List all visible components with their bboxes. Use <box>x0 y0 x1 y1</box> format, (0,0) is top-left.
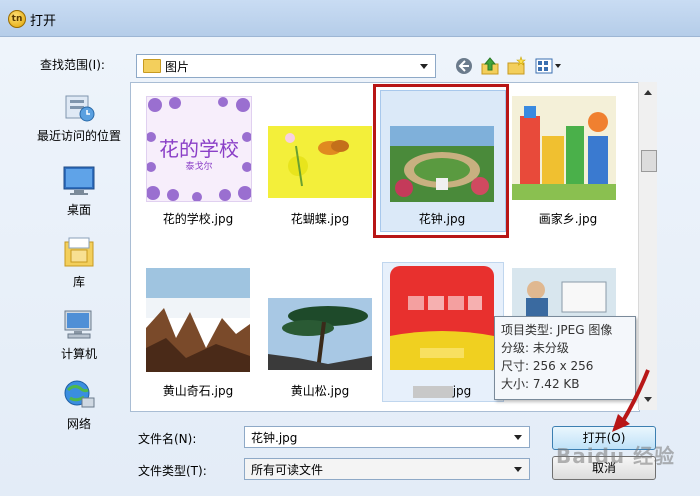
file-thumbnail: 花的学校 泰戈尔 <box>146 96 252 202</box>
filetype-label: 文件类型(T): <box>138 464 207 478</box>
file-thumbnail <box>268 298 372 370</box>
back-icon[interactable] <box>454 56 474 76</box>
place-computer[interactable]: 计算机 <box>28 308 130 362</box>
filename-label: 文件名(N): <box>138 432 197 446</box>
annotation-highlight-box <box>373 84 509 238</box>
file-item[interactable]: 花的学校 泰戈尔 花的学校.jpg <box>132 86 252 236</box>
file-item[interactable]: 画家乡.jpg <box>496 86 616 236</box>
place-label: 计算机 <box>60 347 97 361</box>
network-icon <box>62 378 96 412</box>
watermark: Baidu 经验 <box>556 444 676 468</box>
vertical-scrollbar[interactable] <box>638 82 657 410</box>
look-in-value: 图片 <box>165 60 190 74</box>
tooltip-type: 项目类型: JPEG 图像 <box>501 323 613 337</box>
desktop-icon <box>62 164 96 198</box>
filename-input[interactable]: 花钟.jpg <box>244 426 530 448</box>
place-label: 桌面 <box>66 203 91 217</box>
scroll-up-icon[interactable] <box>639 84 657 100</box>
place-desktop[interactable]: 桌面 <box>28 164 130 218</box>
title-bar: tn 打开 <box>0 0 700 37</box>
filetype-value: 所有可读文件 <box>251 463 324 477</box>
file-item[interactable]: 花蝴蝶.jpg <box>254 86 374 236</box>
look-in-dropdown[interactable]: 图片 <box>136 54 436 78</box>
chevron-down-icon <box>511 427 525 447</box>
place-label: 网络 <box>66 417 91 431</box>
place-label: 最近访问的位置 <box>36 129 121 143</box>
filename-value: 花钟.jpg <box>251 431 298 445</box>
file-thumbnail <box>390 266 494 370</box>
tooltip-size: 大小: 7.42 KB <box>501 377 580 391</box>
file-name: 画家乡.jpg <box>538 212 598 226</box>
view-menu-icon[interactable] <box>534 56 564 76</box>
places-bar: 最近访问的位置 桌面 库 计算机 网络 <box>28 82 130 494</box>
scroll-thumb[interactable] <box>641 150 657 172</box>
file-name: 黄山奇石.jpg <box>162 384 234 398</box>
thumb-title: 花的学校 <box>159 137 239 161</box>
filetype-dropdown[interactable]: 所有可读文件 <box>244 458 530 480</box>
place-label: 库 <box>72 275 85 289</box>
annotation-arrow-icon <box>612 369 650 432</box>
chevron-down-icon <box>417 55 431 77</box>
new-folder-icon[interactable] <box>506 56 526 76</box>
tooltip-dimensions: 尺寸: 256 x 256 <box>501 359 594 373</box>
recent-places-icon <box>62 90 96 124</box>
folder-icon <box>143 59 161 73</box>
blurred-name <box>412 385 453 398</box>
file-thumbnail <box>512 96 616 200</box>
file-name: 花蝴蝶.jpg <box>290 212 350 226</box>
file-item-hovered[interactable]: jpg <box>376 258 496 408</box>
file-thumbnail <box>268 126 372 198</box>
thumb-subtitle: 泰戈尔 <box>185 162 213 172</box>
file-name: 花的学校.jpg <box>162 212 234 226</box>
chevron-down-icon <box>511 459 525 479</box>
computer-icon <box>62 308 96 342</box>
file-item[interactable]: 黄山奇石.jpg <box>132 258 252 408</box>
file-name: 黄山松.jpg <box>290 384 350 398</box>
app-icon: tn <box>8 10 26 28</box>
file-name: jpg <box>376 384 508 398</box>
up-folder-icon[interactable] <box>480 56 500 76</box>
place-libraries[interactable]: 库 <box>28 236 130 290</box>
look-in-label: 查找范围(I): <box>40 58 105 72</box>
tooltip-rating: 分级: 未分级 <box>501 341 569 355</box>
file-item[interactable]: 黄山松.jpg <box>254 258 374 408</box>
libraries-icon <box>62 236 96 270</box>
window-title: 打开 <box>30 14 57 29</box>
place-recent[interactable]: 最近访问的位置 <box>28 90 130 144</box>
place-network[interactable]: 网络 <box>28 378 130 432</box>
file-thumbnail <box>146 268 250 372</box>
